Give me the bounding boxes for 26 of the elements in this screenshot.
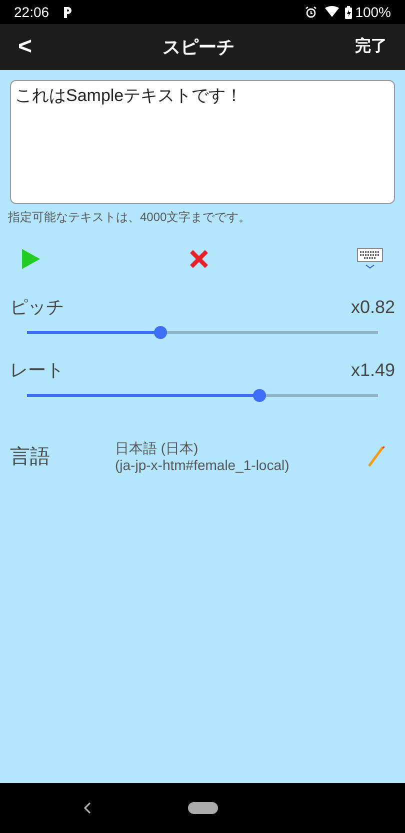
slider[interactable] [27,389,378,402]
nav-back-icon[interactable] [84,802,92,814]
slider-value: x1.49 [350,359,395,382]
language-label: 言語 [10,445,51,470]
slider-label: レート [10,359,64,382]
battery-percentage: 100% [355,2,391,22]
text-input-field[interactable]: これはSampleテキストです！ [10,80,395,204]
character-limit-hint: 指定可能なテキストは、4000文字までです。 [8,209,252,226]
voice-name: (ja-jp-x-htm#female_1-local) [115,457,290,474]
parking-icon [63,6,74,18]
language-name: 日本語 (日本) [115,440,200,457]
battery-icon [345,6,352,18]
slider[interactable] [27,326,378,339]
slider-label: ピッチ [10,296,64,319]
alarm-icon [305,6,318,18]
clear-button[interactable] [188,249,208,269]
home-handle[interactable] [188,802,218,814]
screen-title: スピーチ [162,36,236,58]
back-button[interactable]: < [18,29,42,65]
wifi-icon [325,6,340,18]
done-button[interactable]: 完了 [355,35,387,59]
status-time: 22:06 [14,2,50,22]
keyboard-hide-button[interactable] [357,248,383,270]
slider-thumb[interactable] [252,389,266,402]
slider-thumb[interactable] [154,326,168,339]
slider-value: x0.82 [350,296,395,319]
